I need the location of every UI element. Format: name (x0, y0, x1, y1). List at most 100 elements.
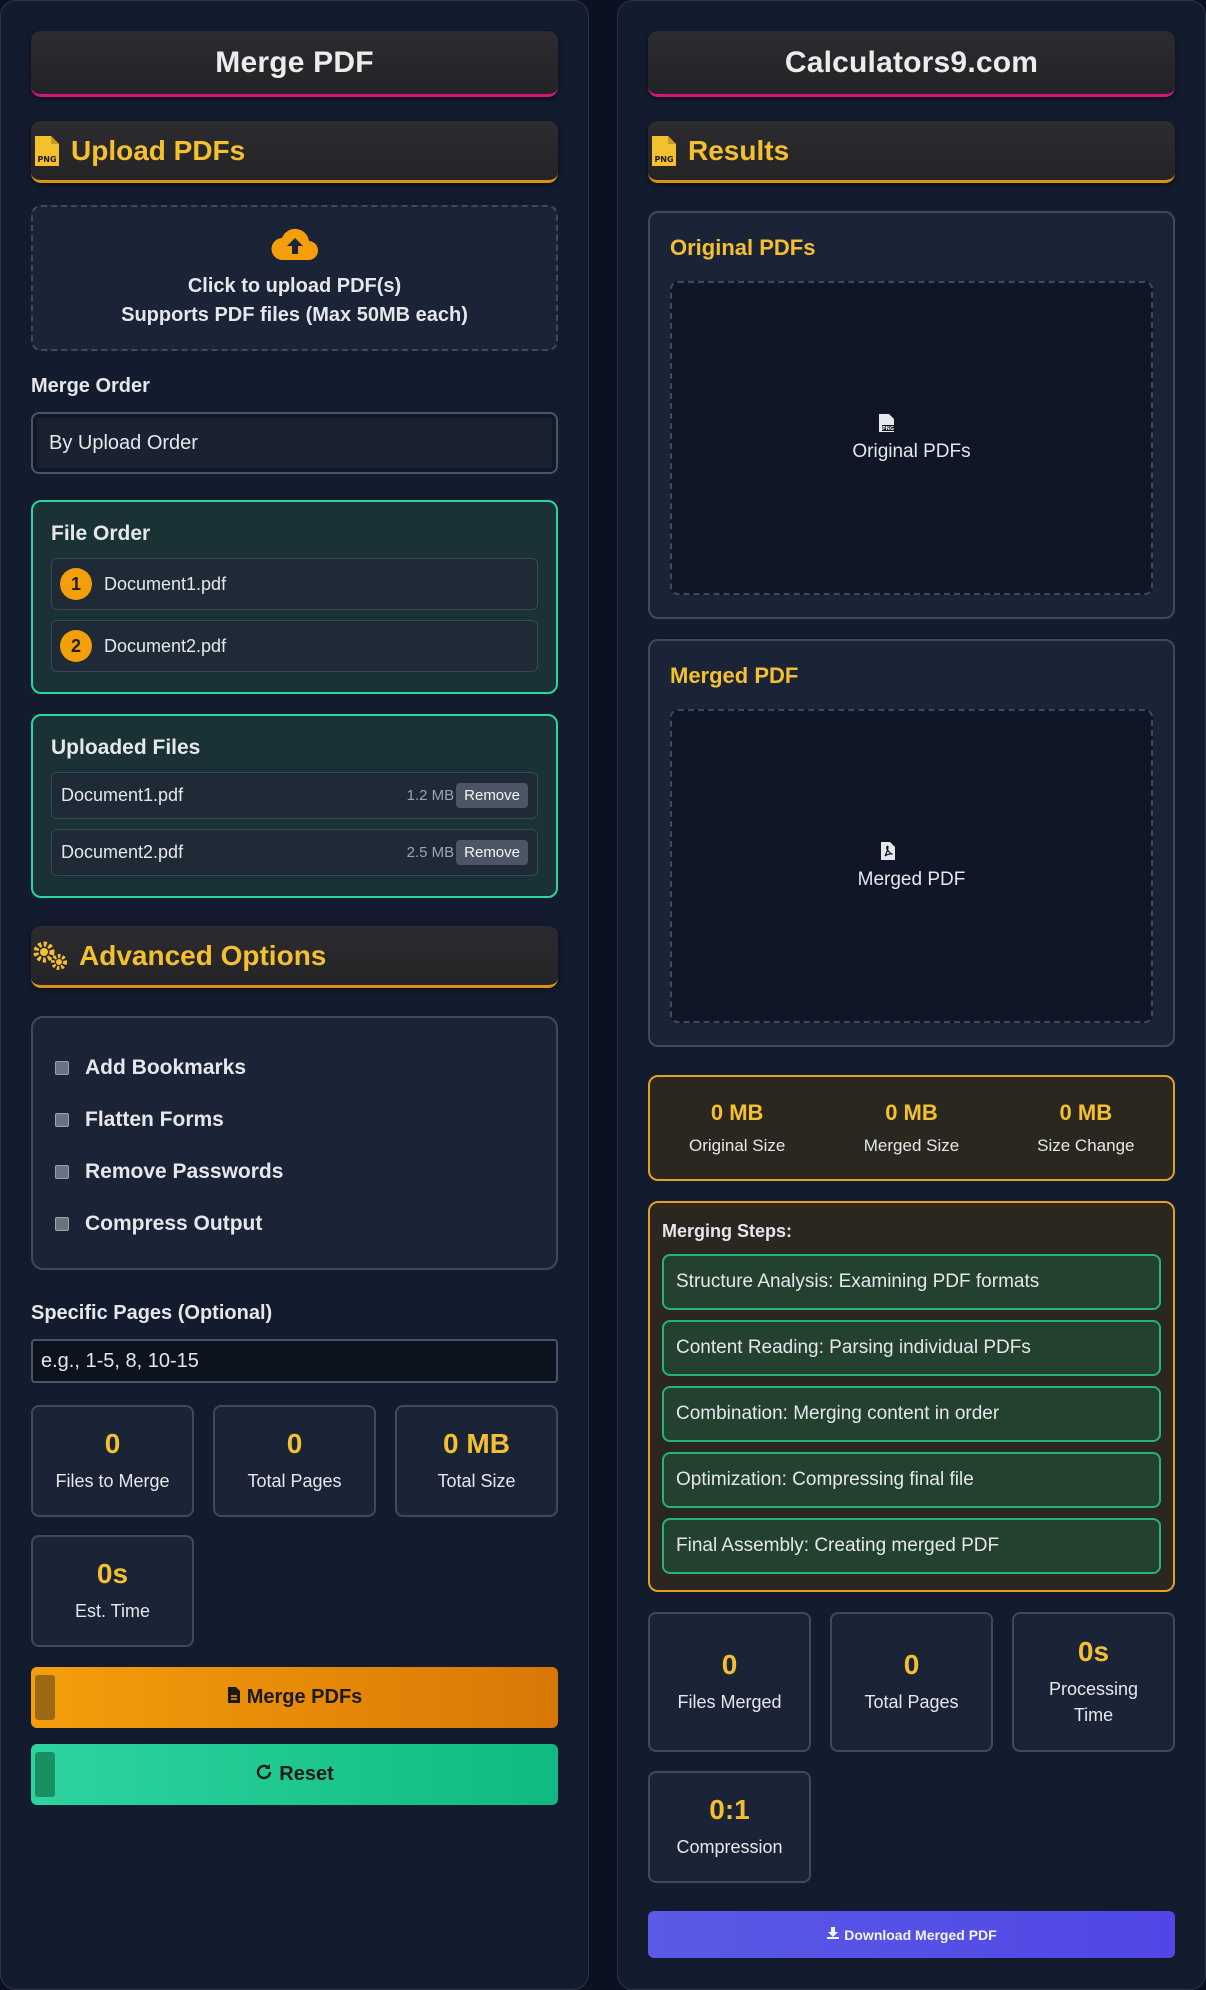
specific-pages-input[interactable]: e.g., 1-5, 8, 10-15 (31, 1339, 558, 1383)
download-button-label: Download Merged PDF (844, 1926, 997, 1943)
stat-total-pages: 0 Total Pages (213, 1405, 376, 1517)
advanced-section-header: Advanced Options (31, 926, 558, 988)
merged-size: 0 MB Merged Size (824, 1100, 998, 1156)
stat-value: 0s (96, 1558, 129, 1589)
title-banner: Merge PDF (31, 31, 558, 97)
merge-stats: 0 Files to Merge 0 Total Pages 0 MB Total S… (31, 1405, 558, 1647)
stat-value: 0:1 (709, 1794, 750, 1825)
checkbox[interactable] (55, 1113, 69, 1127)
stat-files-to-merge: 0 Files to Merge (31, 1405, 194, 1517)
file-order-item[interactable]: 1 Document1.pdf (51, 558, 538, 610)
merge-order-value: By Upload Order (49, 431, 198, 454)
uploaded-file-row: Document2.pdf 2.5 MB Remove (51, 829, 538, 876)
advanced-options-box: Add Bookmarks Flatten Forms Remove Passw… (31, 1016, 558, 1270)
stat-value: 0s (1077, 1636, 1110, 1667)
original-size: 0 MB Original Size (650, 1100, 824, 1156)
option-label: Flatten Forms (85, 1108, 224, 1131)
size-label: Merged Size (863, 1136, 960, 1155)
upload-supported-formats: Supports PDF files (Max 50MB each) (121, 303, 468, 326)
original-pdfs-preview: PNG Original PDFs (670, 281, 1153, 595)
size-label: Original Size (688, 1136, 786, 1155)
button-accent (35, 1675, 55, 1720)
specific-pages-placeholder: e.g., 1-5, 8, 10-15 (41, 1349, 199, 1372)
cloud-upload-icon (270, 227, 319, 266)
remove-file-button[interactable]: Remove (456, 840, 528, 865)
upload-dropzone[interactable]: Click to upload PDF(s) Supports PDF file… (31, 205, 558, 351)
file-image-icon: PNG (878, 413, 896, 439)
merging-step: Structure Analysis: Examining PDF format… (662, 1254, 1161, 1310)
file-png-icon: PNG (648, 134, 680, 168)
stat-value: 0 (721, 1649, 738, 1680)
uploaded-files-title: Uploaded Files (51, 736, 201, 759)
file-order-box: File Order 1 Document1.pdf 2 Document2.p… (31, 500, 558, 694)
stat-compression: 0:1 Compression (648, 1771, 811, 1883)
stat-label: Processing Time (1048, 1679, 1139, 1725)
stat-value: 0 MB (443, 1428, 510, 1459)
uploaded-files-box: Uploaded Files Document1.pdf 1.2 MB Remo… (31, 714, 558, 898)
file-order-name: Document2.pdf (104, 635, 227, 656)
original-pdfs-placeholder: Original PDFs (852, 441, 971, 462)
file-order-item[interactable]: 2 Document2.pdf (51, 620, 538, 672)
size-summary: 0 MB Original Size 0 MB Merged Size 0 MB Si… (648, 1075, 1175, 1181)
stat-total-size: 0 MB Total Size (395, 1405, 558, 1517)
original-pdfs-box: Original PDFs PNG Original PDFs (648, 211, 1175, 619)
stat-value: 0 (286, 1428, 303, 1459)
file-pdf-icon (227, 1686, 241, 1710)
stat-processing-time: 0s Processing Time (1012, 1612, 1175, 1752)
size-label: Size Change (1037, 1136, 1135, 1155)
stat-label: Total Pages (864, 1692, 959, 1712)
svg-text:PNG: PNG (654, 155, 673, 164)
advanced-heading: Advanced Options (79, 939, 327, 971)
order-number-badge: 1 (60, 568, 92, 600)
size-value: 0 MB (710, 1100, 764, 1125)
merging-step: Content Reading: Parsing individual PDFs (662, 1320, 1161, 1376)
stat-value: 0 (104, 1428, 121, 1459)
title-banner: Calculators9.com (648, 31, 1175, 97)
merging-step: Optimization: Compressing final file (662, 1452, 1161, 1508)
merge-order-label: Merge Order (31, 375, 150, 397)
file-size: 1.2 MB (406, 787, 455, 804)
size-change: 0 MB Size Change (999, 1100, 1173, 1156)
stat-label: Total Size (437, 1471, 516, 1491)
download-merged-button[interactable]: Download Merged PDF (648, 1911, 1175, 1958)
option-label: Add Bookmarks (85, 1056, 247, 1079)
file-order-name: Document1.pdf (104, 573, 227, 594)
stat-est-time: 0s Est. Time (31, 1535, 194, 1647)
results-panel: Calculators9.com PNG Results Original PD… (617, 0, 1206, 1990)
option-add-bookmarks[interactable]: Add Bookmarks (53, 1040, 536, 1096)
option-flatten-forms[interactable]: Flatten Forms (53, 1092, 536, 1148)
download-icon (826, 1926, 840, 1943)
results-section-header: PNG Results (648, 121, 1175, 183)
merging-steps-title: Merging Steps: (662, 1221, 793, 1241)
upload-instructions: Click to upload PDF(s) (187, 274, 402, 297)
merge-panel: Merge PDF PNG Upload PDFs Click to uploa… (0, 0, 589, 1990)
merge-pdfs-button[interactable]: Merge PDFs (31, 1667, 558, 1728)
checkbox[interactable] (55, 1165, 69, 1179)
stat-label: Files Merged (677, 1692, 782, 1712)
file-png-icon: PNG (31, 134, 63, 168)
size-value: 0 MB (1059, 1100, 1113, 1125)
checkbox[interactable] (55, 1061, 69, 1075)
stat-files-merged: 0 Files Merged (648, 1612, 811, 1752)
checkbox[interactable] (55, 1217, 69, 1231)
merge-order-select[interactable]: By Upload Order (31, 412, 558, 474)
merging-step: Final Assembly: Creating merged PDF (662, 1518, 1161, 1574)
results-heading: Results (688, 134, 790, 166)
specific-pages-label: Specific Pages (Optional) (31, 1302, 273, 1324)
size-value: 0 MB (885, 1100, 938, 1125)
gears-icon (31, 939, 71, 973)
file-size: 2.5 MB (406, 844, 455, 861)
result-stats: 0 Files Merged 0 Total Pages 0s Processing … (648, 1612, 1175, 1883)
reset-button[interactable]: Reset (31, 1744, 558, 1805)
reset-button-label: Reset (279, 1763, 334, 1785)
option-remove-passwords[interactable]: Remove Passwords (53, 1144, 536, 1200)
option-compress-output[interactable]: Compress Output (53, 1196, 536, 1252)
stat-label: Total Pages (247, 1471, 342, 1491)
original-pdfs-title: Original PDFs (670, 235, 816, 260)
stat-label: Files to Merge (55, 1471, 170, 1491)
merged-pdf-title: Merged PDF (670, 663, 799, 688)
merged-pdf-box: Merged PDF Merged PDF (648, 639, 1175, 1047)
svg-text:PNG: PNG (37, 155, 56, 164)
remove-file-button[interactable]: Remove (456, 783, 528, 808)
order-number-badge: 2 (60, 630, 92, 662)
